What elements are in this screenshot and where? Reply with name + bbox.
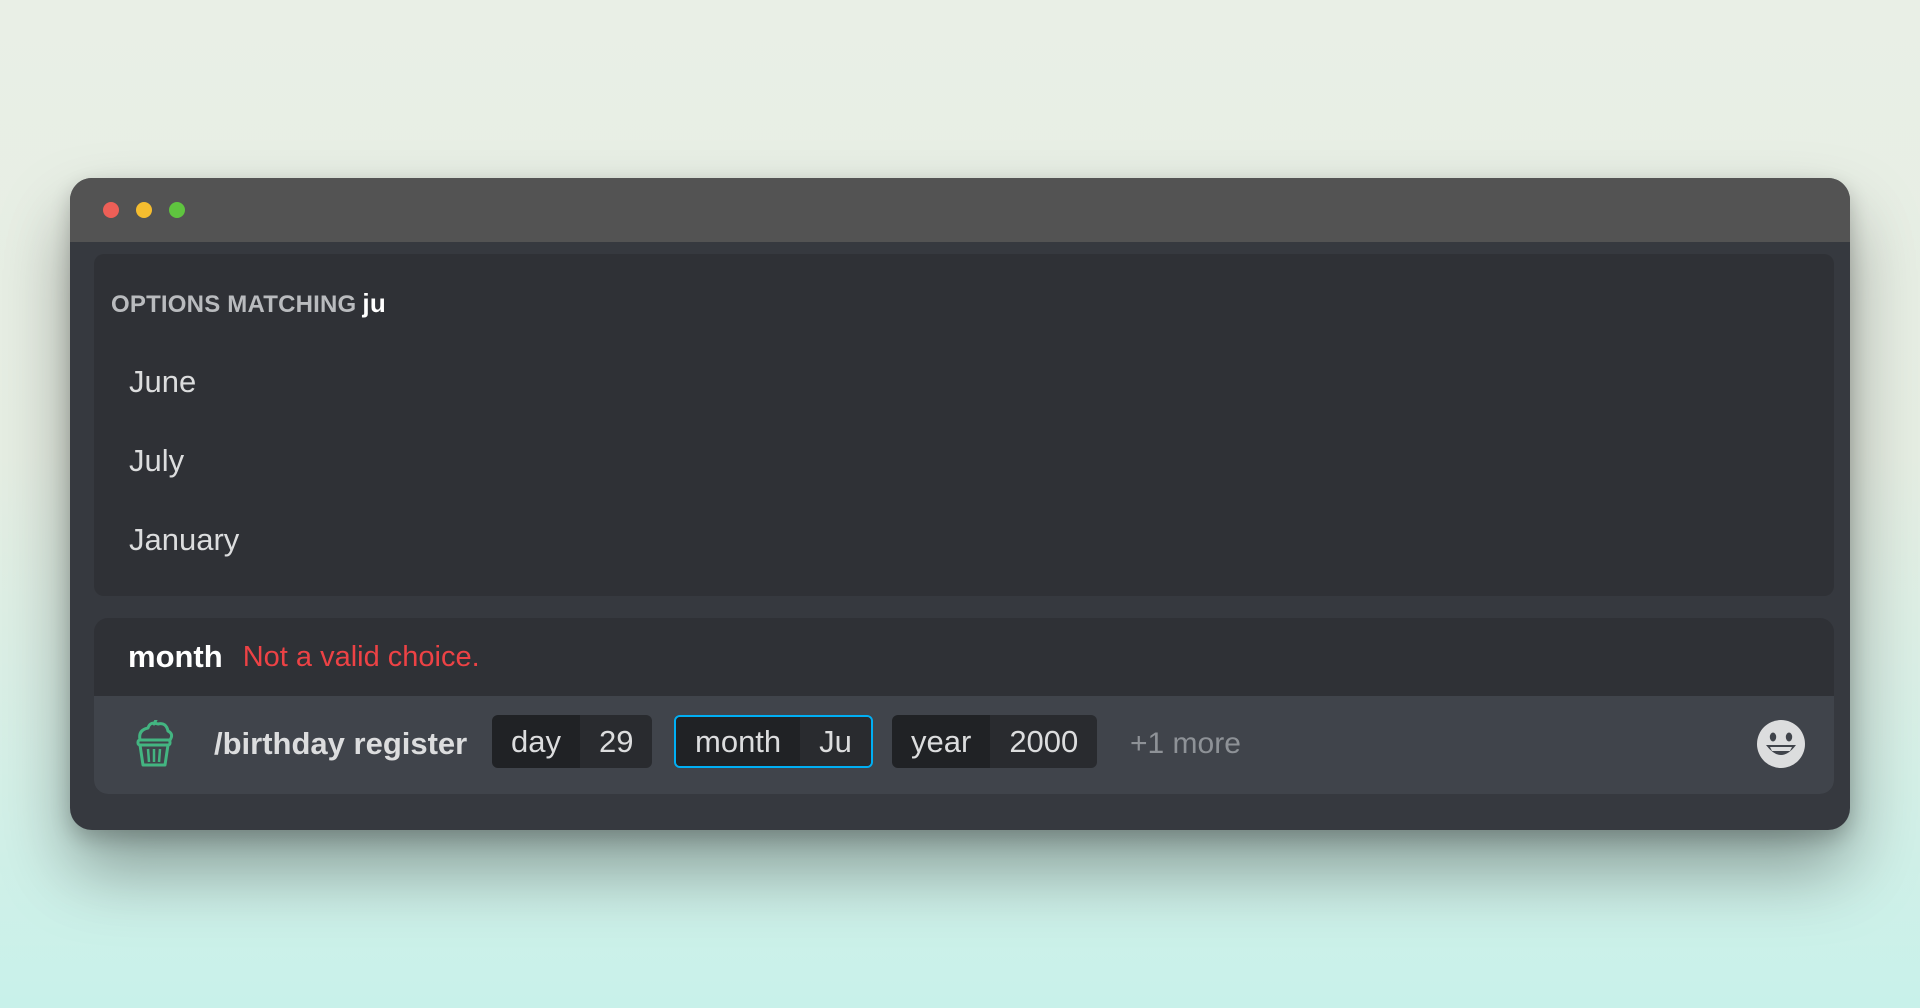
param-month-pill[interactable]: month Ju: [674, 715, 873, 768]
validation-error-row: month Not a valid choice.: [128, 618, 480, 696]
maximize-window-button[interactable]: [169, 202, 185, 218]
param-year-name: year: [892, 715, 991, 768]
app-window: OPTIONS MATCHING ju June July January mon…: [70, 178, 1850, 830]
param-day-value: 29: [579, 715, 653, 768]
command-name: /birthday register: [214, 726, 468, 761]
autocomplete-option-june[interactable]: June: [129, 364, 196, 400]
param-month-name: month: [676, 717, 801, 766]
minimize-window-button[interactable]: [136, 202, 152, 218]
validation-option-name: month: [128, 639, 223, 674]
close-window-button[interactable]: [103, 202, 119, 218]
autocomplete-header-prefix: OPTIONS MATCHING: [111, 291, 357, 318]
param-month-value[interactable]: Ju: [800, 717, 871, 766]
validation-error-message: Not a valid choice.: [242, 640, 480, 673]
param-year-pill[interactable]: year 2000: [892, 715, 1098, 768]
message-composer: month Not a valid choice. /birthday regi…: [94, 618, 1834, 794]
autocomplete-option-january[interactable]: January: [129, 522, 239, 558]
param-day-pill[interactable]: day 29: [492, 715, 653, 768]
autocomplete-popup: OPTIONS MATCHING ju June July January: [94, 254, 1834, 596]
param-year-value: 2000: [990, 715, 1098, 768]
autocomplete-query: ju: [362, 288, 386, 318]
param-day-name: day: [492, 715, 580, 768]
more-params-label[interactable]: +1 more: [1130, 727, 1241, 761]
autocomplete-header: OPTIONS MATCHING ju: [111, 288, 386, 319]
cupcake-icon: [132, 718, 176, 768]
title-bar: [70, 178, 1850, 242]
smiley-face-icon[interactable]: [1756, 719, 1806, 769]
command-input-bar[interactable]: /birthday register day 29 month Ju year …: [94, 696, 1834, 794]
autocomplete-option-july[interactable]: July: [129, 443, 184, 479]
